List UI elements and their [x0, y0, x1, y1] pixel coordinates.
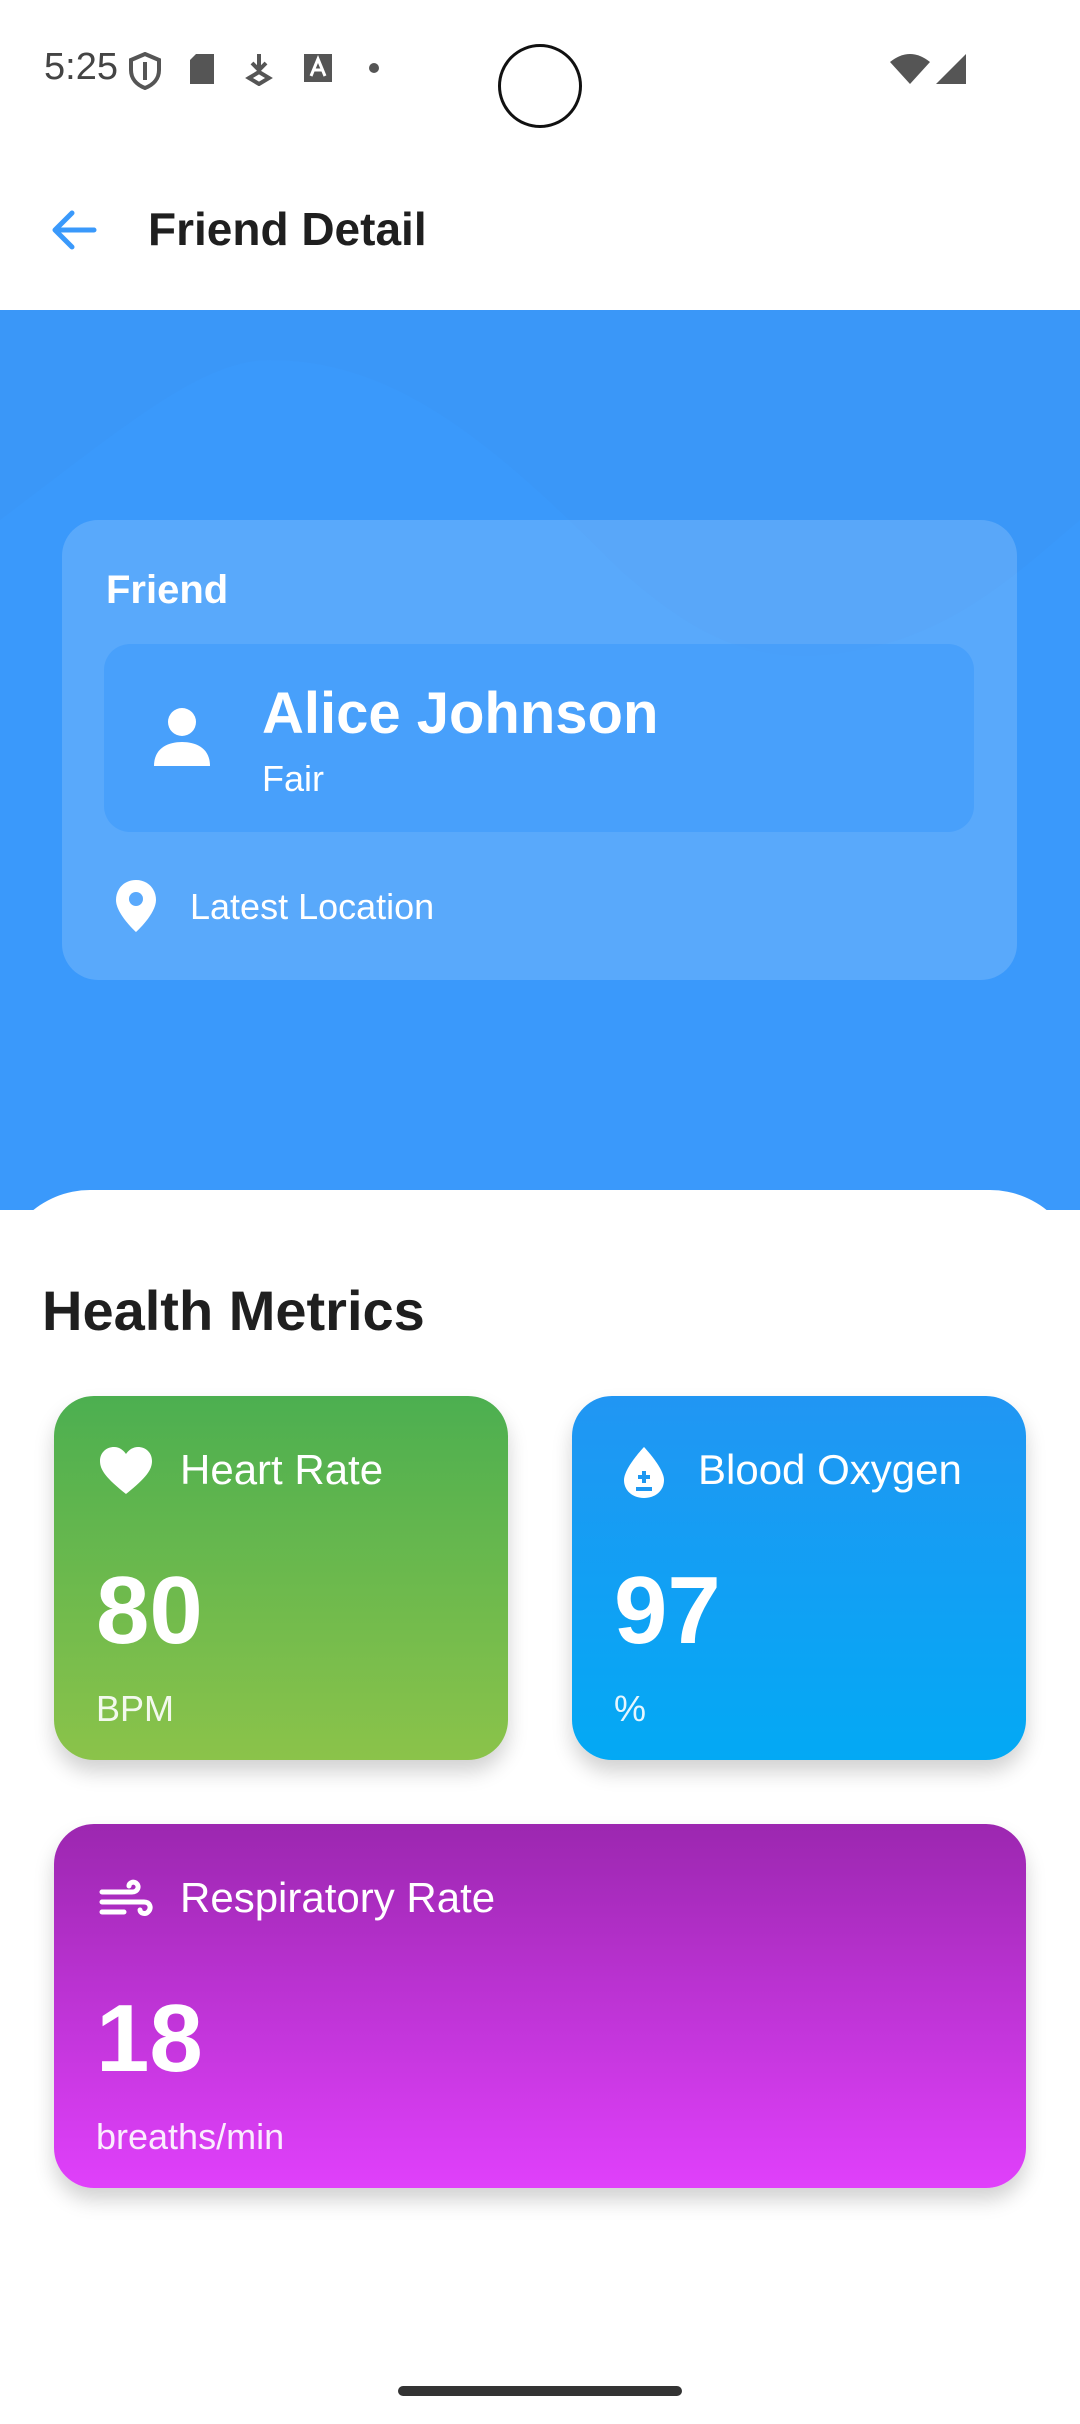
- friend-name: Alice Johnson: [262, 681, 659, 746]
- download-icon: [245, 54, 273, 86]
- person-icon: [154, 708, 210, 766]
- location-pin-icon: [116, 880, 156, 932]
- text-a-icon: [304, 54, 332, 82]
- dot-icon: [369, 63, 379, 73]
- heart-rate-value: 80: [96, 1557, 203, 1664]
- health-metrics-title: Health Metrics: [42, 1279, 425, 1342]
- phone-screen: 5:25 Friend Detail Friend Alice Johnson …: [0, 0, 1080, 2424]
- respiratory-rate-card[interactable]: Respiratory Rate 18 breaths/min: [54, 1824, 1026, 2188]
- hero-banner: Friend Alice Johnson Fair Latest Locatio…: [0, 310, 1080, 1210]
- respiratory-rate-label: Respiratory Rate: [180, 1874, 496, 1921]
- friend-info: Alice Johnson Fair: [104, 644, 974, 832]
- heart-icon: [100, 1447, 152, 1494]
- sd-card-icon: [190, 54, 214, 84]
- status-time: 5:25: [44, 46, 118, 88]
- respiratory-rate-value: 18: [96, 1985, 203, 2092]
- blood-oxygen-label: Blood Oxygen: [698, 1446, 962, 1493]
- friend-card-label: Friend: [106, 568, 229, 612]
- latest-location-label: Latest Location: [190, 886, 435, 927]
- status-bar: 5:25: [0, 0, 1080, 150]
- signal-icon: [936, 54, 966, 84]
- heart-rate-unit: BPM: [96, 1688, 175, 1729]
- heart-rate-label: Heart Rate: [180, 1446, 384, 1493]
- back-arrow-icon[interactable]: [44, 200, 104, 260]
- blood-oxygen-card[interactable]: Blood Oxygen 97 %: [572, 1396, 1026, 1760]
- app-bar: Friend Detail: [0, 150, 1080, 310]
- home-indicator[interactable]: [398, 2386, 682, 2396]
- friend-health-status: Fair: [262, 758, 324, 799]
- front-camera: [498, 44, 582, 128]
- respiratory-rate-unit: breaths/min: [96, 2116, 285, 2157]
- shield-icon: [129, 52, 161, 90]
- wifi-icon: [890, 54, 930, 84]
- blood-oxygen-value: 97: [614, 1557, 721, 1664]
- blood-oxygen-unit: %: [614, 1688, 647, 1729]
- friend-card: Friend Alice Johnson Fair Latest Locatio…: [62, 520, 1017, 980]
- health-metrics-sheet: Health Metrics Heart Rate 80 BPM Blood O…: [0, 1190, 1080, 2424]
- page-title: Friend Detail: [148, 203, 427, 255]
- blood-drop-icon: [624, 1447, 664, 1498]
- wind-icon: [99, 1879, 153, 1916]
- heart-rate-card[interactable]: Heart Rate 80 BPM: [54, 1396, 508, 1760]
